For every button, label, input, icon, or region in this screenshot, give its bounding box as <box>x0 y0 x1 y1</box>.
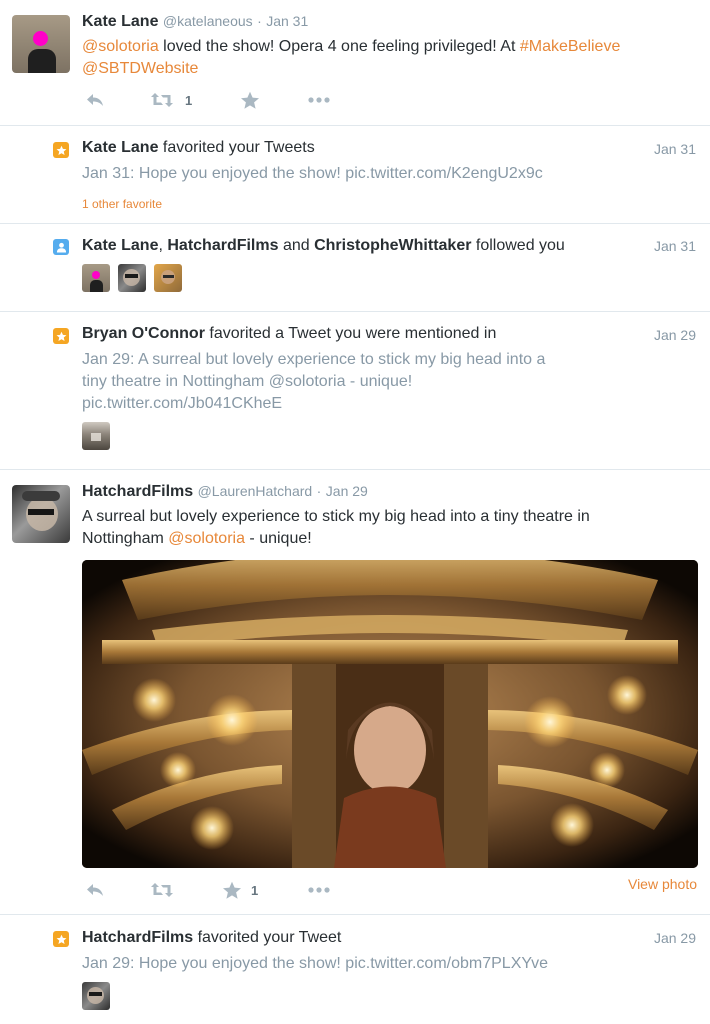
mention-link[interactable]: @solotoria <box>269 373 346 390</box>
tweet-text-segment: tiny theatre in Nottingham <box>82 373 269 390</box>
tweet-text-segment: - unique! <box>244 530 312 547</box>
retweet-count: 1 <box>185 92 193 108</box>
actor-name[interactable]: HatchardFilms <box>82 929 193 946</box>
notification-date[interactable]: Jan 31 <box>654 238 696 254</box>
favorite-button[interactable]: 1 <box>222 881 258 900</box>
retweet-button[interactable]: 1 <box>150 92 192 108</box>
other-favorites-link[interactable]: 1 other favorite <box>82 197 162 211</box>
favorited-tweet-text[interactable]: Jan 31: Hope you enjoyed the show! pic.t… <box>82 163 543 185</box>
more-dots-icon <box>308 97 330 103</box>
mention-link[interactable]: @SBTDWebsite <box>82 60 198 77</box>
favorited-tweet-text[interactable]: Jan 29: Hope you enjoyed the show! pic.t… <box>82 953 548 975</box>
mentioned-tweet-text[interactable]: Jan 29: A surreal but lovely experience … <box>82 349 642 415</box>
actor-name[interactable]: HatchardFilms <box>167 237 278 254</box>
separator: · <box>257 13 262 29</box>
star-icon <box>56 331 66 341</box>
tweet-header: HatchardFilms @LaurenHatchard · Jan 29 <box>82 483 368 501</box>
notification-title: Bryan O'Connor favorited a Tweet you wer… <box>82 325 496 343</box>
reply-icon <box>87 884 103 896</box>
follower-avatar[interactable] <box>154 264 182 292</box>
star-icon <box>56 934 66 944</box>
star-icon <box>56 145 66 155</box>
hashtag-link[interactable]: #MakeBelieve <box>520 38 621 55</box>
divider <box>0 311 710 312</box>
author-handle[interactable]: @LaurenHatchard <box>198 483 313 499</box>
tweet-text: A surreal but lovely experience to stick… <box>82 506 692 550</box>
tweet-header: Kate Lane @katelaneous · Jan 31 <box>82 13 308 31</box>
view-photo-link[interactable]: View photo <box>628 876 697 892</box>
mention-link[interactable]: @solotoria <box>168 530 245 547</box>
retweet-button[interactable] <box>150 882 174 898</box>
notification-action: followed you <box>471 237 565 254</box>
author-name[interactable]: HatchardFilms <box>82 483 193 500</box>
star-icon <box>223 881 241 899</box>
actor-name[interactable]: Kate Lane <box>82 237 158 254</box>
reply-button[interactable] <box>85 92 105 108</box>
divider <box>0 469 710 470</box>
retweet-icon <box>151 93 173 107</box>
tweet-text-segment: - unique! <box>345 373 413 390</box>
reply-icon <box>87 94 103 106</box>
favorite-badge <box>53 142 69 158</box>
retweet-icon <box>151 883 173 897</box>
notification-title: Kate Lane favorited your Tweets <box>82 139 315 157</box>
divider <box>0 223 710 224</box>
tweet-text-segment: loved the show! Opera 4 one feeling priv… <box>158 38 520 55</box>
tweet-photo-thumbnail[interactable] <box>82 422 110 450</box>
notification-title: Kate Lane, HatchardFilms and ChristopheW… <box>82 237 565 255</box>
divider <box>0 125 710 126</box>
follower-avatar[interactable] <box>82 264 110 292</box>
tweet-text-segment: A surreal but lovely experience to stick… <box>82 508 590 525</box>
photo-link[interactable]: pic.twitter.com/Jb041CKheE <box>82 395 282 412</box>
notification-action: favorited your Tweets <box>158 139 315 156</box>
tweet-text: @solotoria loved the show! Opera 4 one f… <box>82 36 682 80</box>
tweet-text-segment: Jan 29: A surreal but lovely experience … <box>82 351 546 368</box>
notifications-feed: Kate Lane @katelaneous · Jan 31 @solotor… <box>0 0 710 1024</box>
author-name[interactable]: Kate Lane <box>82 13 158 30</box>
favorite-badge <box>53 328 69 344</box>
more-button[interactable] <box>307 96 331 104</box>
star-icon <box>241 91 259 109</box>
tweet-photo[interactable] <box>82 560 698 868</box>
follower-avatar[interactable] <box>118 264 146 292</box>
kate-lane-avatar[interactable] <box>12 15 70 73</box>
hatchardfilms-avatar[interactable] <box>12 485 70 543</box>
notification-action: favorited a Tweet you were mentioned in <box>204 325 497 342</box>
notification-date[interactable]: Jan 31 <box>654 141 696 157</box>
tweet-time[interactable]: Jan 31 <box>266 13 308 29</box>
tweet-time[interactable]: Jan 29 <box>326 483 368 499</box>
divider <box>0 914 710 915</box>
notification-action: favorited your Tweet <box>193 929 342 946</box>
author-handle[interactable]: @katelaneous <box>163 13 253 29</box>
mention-link[interactable]: @solotoria <box>82 38 159 55</box>
notification-title: HatchardFilms favorited your Tweet <box>82 929 341 947</box>
favorite-count: 1 <box>251 883 259 898</box>
actor-avatar[interactable] <box>82 982 110 1010</box>
person-icon <box>56 242 66 253</box>
conjunction: and <box>278 237 315 254</box>
favorite-badge <box>53 931 69 947</box>
favorite-button[interactable] <box>240 91 260 110</box>
actor-name[interactable]: ChristopheWhittaker <box>314 237 471 254</box>
follow-badge <box>53 239 69 255</box>
separator: · <box>316 483 322 499</box>
reply-button[interactable] <box>85 882 105 898</box>
notification-date[interactable]: Jan 29 <box>654 327 696 343</box>
more-button[interactable] <box>307 886 331 894</box>
actor-name[interactable]: Kate Lane <box>82 139 158 156</box>
actor-name[interactable]: Bryan O'Connor <box>82 325 205 342</box>
more-dots-icon <box>308 887 330 893</box>
theatre-photo-illustration <box>82 560 698 868</box>
notification-date[interactable]: Jan 29 <box>654 930 696 946</box>
tweet-text-segment: Nottingham <box>82 530 169 547</box>
